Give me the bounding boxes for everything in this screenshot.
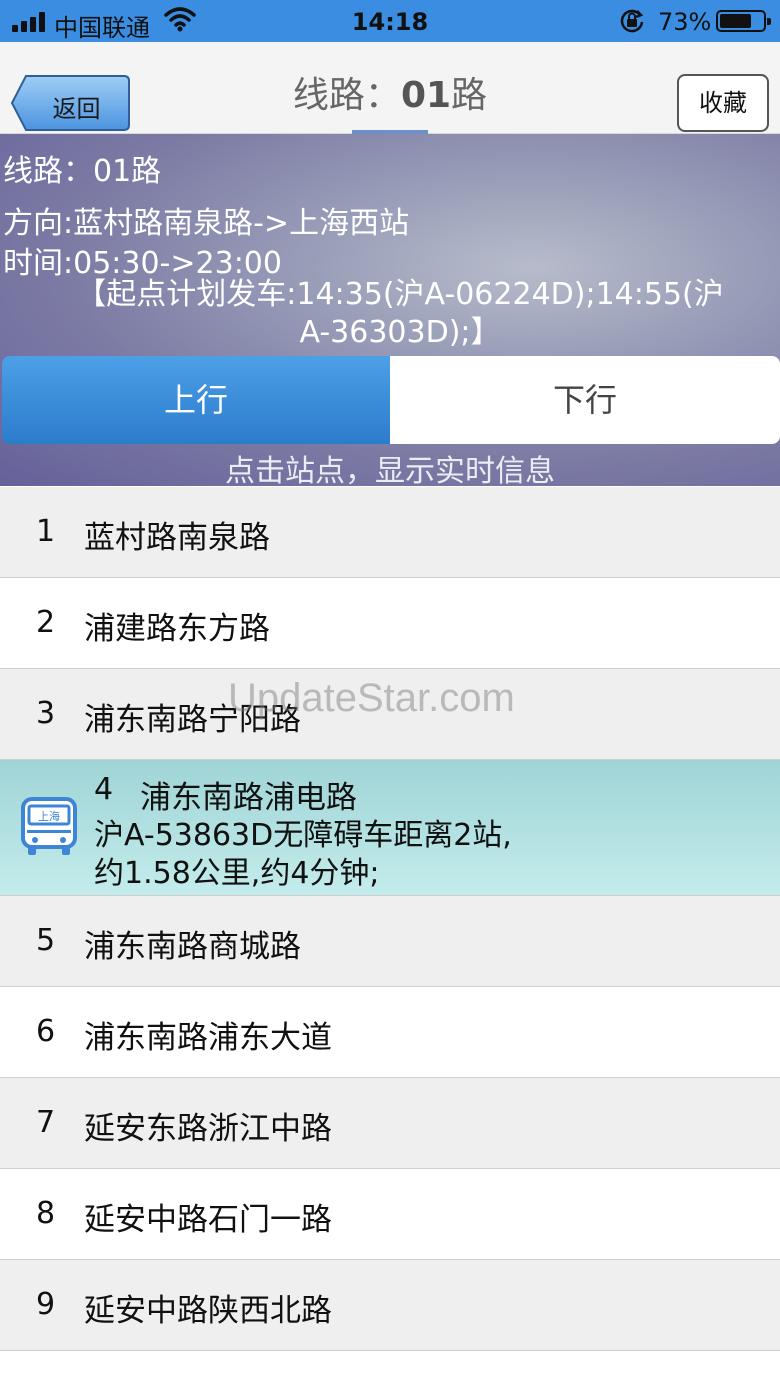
direction-toggle: 上行 下行 (2, 356, 780, 444)
station-row[interactable]: 9 延安中路陕西北路 (0, 1260, 780, 1351)
station-row[interactable]: 1 蓝村路南泉路 (0, 487, 780, 578)
bus-icon-text: 上海 (38, 809, 60, 823)
station-name: 延安中路陕西北路 (84, 1293, 332, 1329)
station-number: 1 (36, 514, 56, 549)
tap-hint: 点击站点，显示实时信息 (225, 454, 555, 489)
bus-icon: 上海 (20, 797, 78, 861)
station-name: 延安中路石门一路 (84, 1202, 332, 1238)
station-list: 1 蓝村路南泉路 2 浦建路东方路 3 浦东南路宁阳路 上海 4 浦东南路浦电路… (0, 487, 780, 1387)
station-row[interactable]: 7 延安东路浙江中路 (0, 1078, 780, 1169)
station-number: 6 (36, 1014, 56, 1049)
station-number: 8 (36, 1196, 56, 1231)
station-number: 9 (36, 1287, 56, 1322)
favorite-button[interactable]: 收藏 (677, 74, 769, 132)
station-name: 浦建路东方路 (84, 611, 270, 647)
status-bar: 中国联通 14:18 73% (0, 0, 780, 42)
station-name: 延安东路浙江中路 (84, 1111, 332, 1147)
station-number: 2 (36, 605, 56, 640)
station-name: 蓝村路南泉路 (84, 520, 270, 556)
station-row-active[interactable]: 上海 4 浦东南路浦电路 沪A-53863D无障碍车距离2站, 约1.58公里,… (0, 760, 780, 896)
station-row-partial[interactable] (0, 1351, 780, 1387)
station-number: 4 (94, 772, 114, 807)
realtime-bus-eta: 约1.58公里,约4分钟; (94, 856, 380, 891)
tab-up-direction[interactable]: 上行 (2, 356, 390, 444)
station-number: 3 (36, 696, 56, 731)
planned-departures: 【起点计划发车:14:35(沪A-06224D);14:55(沪 A-36303… (76, 277, 724, 350)
station-name: 浦东南路浦东大道 (84, 1020, 332, 1056)
station-row[interactable]: 8 延安中路石门一路 (0, 1169, 780, 1260)
station-number: 5 (36, 923, 56, 958)
nav-bar: 返回 线路：01路 收藏 (0, 42, 780, 134)
direction-line: 方向:蓝村路南泉路->上海西站 (3, 206, 410, 241)
page-title: 线路：01路 (292, 75, 488, 116)
station-number: 7 (36, 1105, 56, 1140)
route-line: 线路：01路 (3, 154, 162, 189)
tab-down-direction[interactable]: 下行 (390, 356, 780, 444)
watermark: UpdateStar.com (228, 676, 515, 720)
battery-percent: 73% (658, 8, 712, 36)
battery-icon (716, 10, 771, 32)
station-name: 浦东南路商城路 (84, 929, 301, 965)
rotation-lock-icon (618, 7, 646, 41)
station-row[interactable]: 5 浦东南路商城路 (0, 896, 780, 987)
station-row[interactable]: 2 浦建路东方路 (0, 578, 780, 669)
station-row[interactable]: 6 浦东南路浦东大道 (0, 987, 780, 1078)
